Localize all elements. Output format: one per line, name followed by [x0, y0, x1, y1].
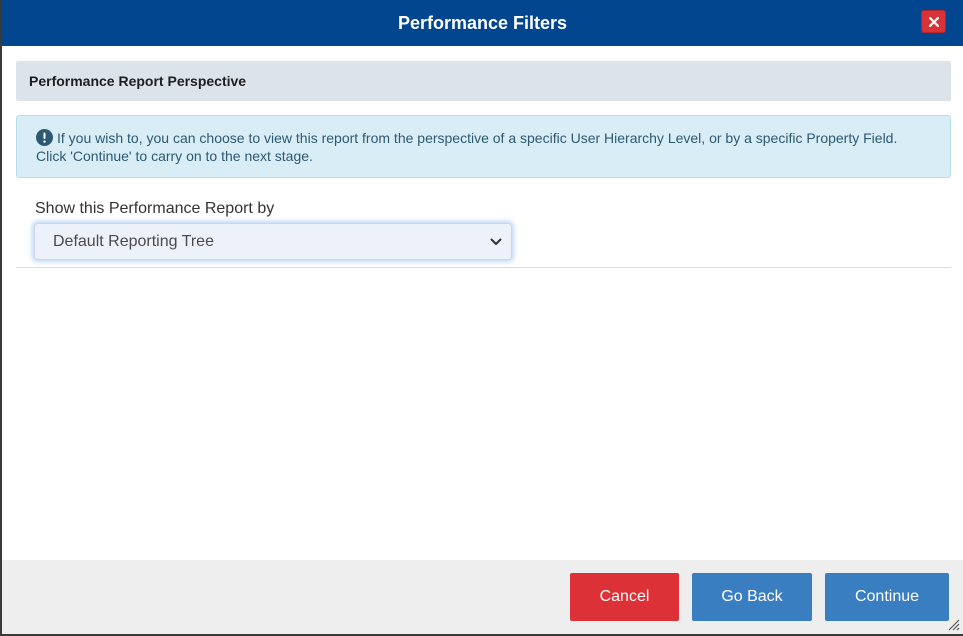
- info-alert: If you wish to, you can choose to view t…: [16, 115, 951, 178]
- close-icon: [929, 17, 939, 27]
- dialog-title: Performance Filters: [397, 13, 568, 33]
- chevron-down-icon: [490, 238, 502, 245]
- perspective-label: Show this Performance Report by: [35, 200, 275, 217]
- perspective-selected-value: Default Reporting Tree: [53, 233, 214, 250]
- resize-grip-icon[interactable]: [946, 617, 960, 631]
- section-header: Performance Report Perspective: [16, 61, 951, 101]
- close-button[interactable]: [921, 10, 946, 33]
- continue-button[interactable]: Continue: [825, 573, 949, 621]
- perspective-select[interactable]: Default Reporting Tree: [34, 223, 512, 260]
- section-divider: [16, 267, 951, 268]
- dialog-titlebar: Performance Filters: [2, 0, 963, 46]
- go-back-button[interactable]: Go Back: [692, 573, 812, 621]
- performance-filters-dialog: Performance Filters Performance Report P…: [0, 0, 963, 636]
- info-message: If you wish to, you can choose to view t…: [36, 130, 898, 164]
- dialog-footer: Cancel Go Back Continue: [2, 560, 963, 634]
- info-exclamation-icon: [36, 129, 53, 146]
- cancel-button[interactable]: Cancel: [570, 573, 679, 621]
